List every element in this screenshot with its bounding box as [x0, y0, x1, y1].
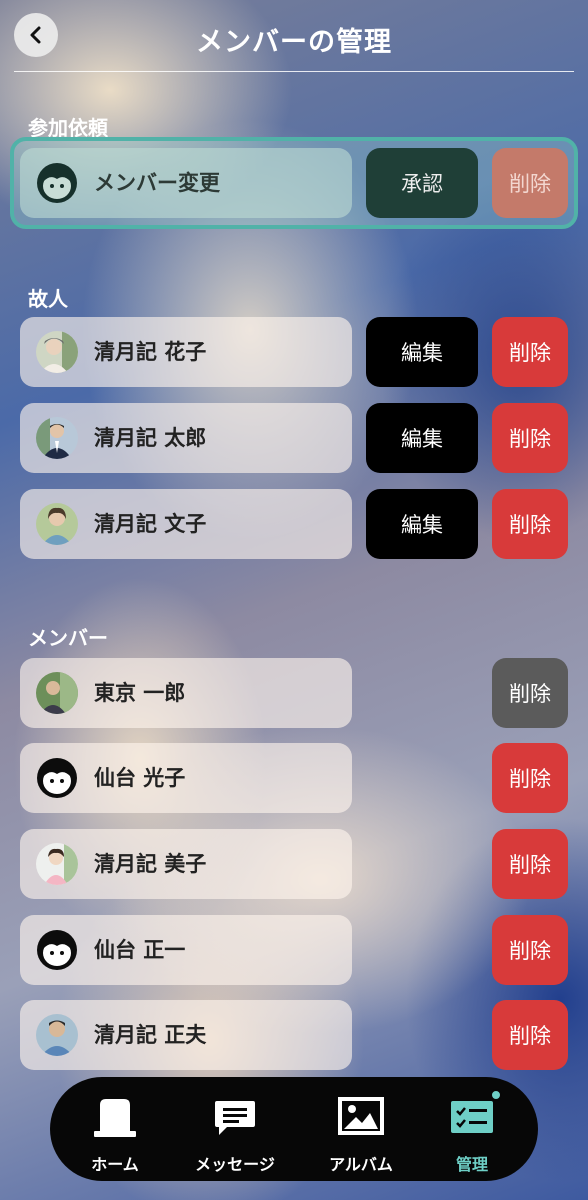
tab-bar: ホーム メッセージ アルバム 管理: [50, 1077, 538, 1181]
home-icon: [94, 1099, 136, 1137]
notification-dot: [490, 1089, 502, 1101]
delete-button-disabled[interactable]: 削除: [492, 658, 568, 728]
edit-button[interactable]: 編集: [366, 489, 478, 559]
approve-button[interactable]: 承認: [366, 148, 478, 218]
deceased-row: 清月記 文子 編集 削除: [20, 489, 568, 559]
member-name-pill[interactable]: 仙台 光子: [20, 743, 352, 813]
photo-avatar: [36, 843, 78, 885]
member-name: 仙台 光子: [94, 766, 186, 790]
member-row: 清月記 美子 削除: [20, 829, 568, 899]
default-avatar-icon: [37, 930, 77, 970]
album-icon: [338, 1097, 384, 1135]
deceased-name: 清月記 花子: [94, 340, 207, 364]
request-name: メンバー変更: [94, 171, 220, 195]
deceased-name-pill[interactable]: 清月記 太郎: [20, 403, 352, 473]
member-row: 仙台 正一 削除: [20, 915, 568, 985]
member-name-pill[interactable]: 清月記 美子: [20, 829, 352, 899]
deceased-row: 清月記 太郎 編集 削除: [20, 403, 568, 473]
default-avatar-icon: [37, 758, 77, 798]
delete-button[interactable]: 削除: [492, 915, 568, 985]
delete-button[interactable]: 削除: [492, 743, 568, 813]
member-name: 仙台 正一: [94, 938, 186, 962]
request-name-pill[interactable]: メンバー変更: [20, 148, 352, 218]
member-row: 清月記 正夫 削除: [20, 1000, 568, 1070]
header: メンバーの管理: [14, 0, 574, 72]
delete-button[interactable]: 削除: [492, 1000, 568, 1070]
delete-button[interactable]: 削除: [492, 403, 568, 473]
deceased-row: 清月記 花子 編集 削除: [20, 317, 568, 387]
request-row: メンバー変更 承認 削除: [20, 148, 568, 218]
member-name: 清月記 正夫: [94, 1023, 207, 1047]
tab-label: 管理: [455, 1155, 488, 1174]
tab-album[interactable]: アルバム: [311, 1077, 411, 1181]
tab-messages[interactable]: メッセージ: [185, 1077, 285, 1181]
tab-label: アルバム: [329, 1155, 393, 1174]
checklist-icon: [451, 1101, 493, 1133]
photo-avatar: [36, 503, 78, 545]
member-name: 清月記 美子: [94, 852, 207, 876]
member-name-pill[interactable]: 清月記 正夫: [20, 1000, 352, 1070]
delete-button[interactable]: 削除: [492, 317, 568, 387]
deceased-name: 清月記 太郎: [94, 426, 207, 450]
member-name-pill[interactable]: 東京 一郎: [20, 658, 352, 728]
photo-avatar: [36, 1014, 78, 1056]
tab-home[interactable]: ホーム: [65, 1077, 165, 1181]
page-title: メンバーの管理: [196, 27, 392, 58]
deceased-name: 清月記 文子: [94, 512, 207, 536]
section-label-members: メンバー: [28, 626, 108, 650]
deceased-name-pill[interactable]: 清月記 花子: [20, 317, 352, 387]
member-row: 仙台 光子 削除: [20, 743, 568, 813]
deceased-name-pill[interactable]: 清月記 文子: [20, 489, 352, 559]
photo-avatar: [36, 672, 78, 714]
edit-button[interactable]: 編集: [366, 317, 478, 387]
member-row: 東京 一郎 削除: [20, 658, 568, 728]
section-label-deceased: 故人: [28, 287, 68, 311]
tab-label: メッセージ: [195, 1155, 275, 1174]
delete-button[interactable]: 削除: [492, 829, 568, 899]
tab-label: ホーム: [91, 1155, 139, 1174]
photo-avatar: [36, 331, 78, 373]
default-avatar-icon: [37, 163, 77, 203]
request-delete-button[interactable]: 削除: [492, 148, 568, 218]
delete-button[interactable]: 削除: [492, 489, 568, 559]
tab-manage[interactable]: 管理: [422, 1077, 522, 1181]
member-name: 東京 一郎: [94, 681, 186, 705]
member-name-pill[interactable]: 仙台 正一: [20, 915, 352, 985]
message-icon: [215, 1101, 255, 1135]
edit-button[interactable]: 編集: [366, 403, 478, 473]
photo-avatar: [36, 417, 78, 459]
